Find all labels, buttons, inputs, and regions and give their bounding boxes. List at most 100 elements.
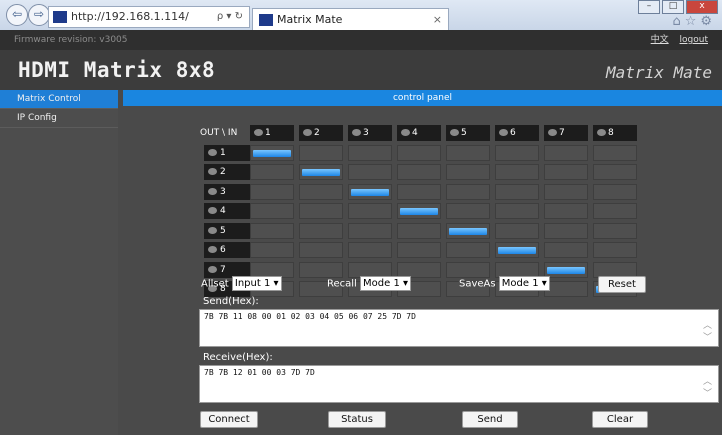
route-cell-active[interactable] bbox=[397, 203, 441, 219]
clear-button[interactable]: Clear bbox=[592, 411, 648, 428]
route-cell-active[interactable] bbox=[348, 183, 392, 200]
input-header-1[interactable]: 1 bbox=[250, 125, 294, 141]
route-cell[interactable] bbox=[544, 144, 588, 161]
input-header-8[interactable]: 8 bbox=[593, 125, 637, 141]
route-cell[interactable] bbox=[299, 222, 343, 239]
language-link[interactable]: 中文 bbox=[651, 35, 669, 45]
route-cell[interactable] bbox=[593, 242, 637, 258]
firmware-revision: Firmware revision: v3005 bbox=[14, 35, 128, 45]
route-cell[interactable] bbox=[250, 183, 294, 200]
route-cell-active[interactable] bbox=[544, 261, 588, 278]
route-cell[interactable] bbox=[299, 203, 343, 219]
back-button[interactable]: ⇦ bbox=[6, 4, 28, 26]
route-cell[interactable] bbox=[446, 144, 490, 161]
tab-favicon-icon bbox=[259, 14, 273, 26]
matrix-row: 6 bbox=[200, 242, 642, 258]
status-button[interactable]: Status bbox=[328, 411, 386, 428]
output-label-6[interactable]: 6 bbox=[204, 242, 250, 258]
route-cell[interactable] bbox=[299, 183, 343, 200]
route-cell[interactable] bbox=[495, 164, 539, 180]
route-cell-active[interactable] bbox=[446, 222, 490, 239]
route-cell[interactable] bbox=[446, 242, 490, 258]
output-label-5[interactable]: 5 bbox=[204, 222, 250, 239]
route-cell[interactable] bbox=[397, 164, 441, 180]
route-cell[interactable] bbox=[299, 144, 343, 161]
tab-close-icon[interactable]: × bbox=[433, 9, 442, 31]
route-cell[interactable] bbox=[250, 242, 294, 258]
route-cell[interactable] bbox=[446, 164, 490, 180]
input-header-5[interactable]: 5 bbox=[446, 125, 490, 141]
minimize-button[interactable]: – bbox=[638, 0, 660, 14]
input-header-7[interactable]: 7 bbox=[544, 125, 588, 141]
route-cell[interactable] bbox=[544, 183, 588, 200]
route-cell-active[interactable] bbox=[495, 242, 539, 258]
route-cell[interactable] bbox=[544, 164, 588, 180]
browser-tab[interactable]: Matrix Mate × bbox=[252, 8, 449, 31]
input-header-2[interactable]: 2 bbox=[299, 125, 343, 141]
address-bar[interactable]: http://192.168.1.114/ ρ ▾ ↻ bbox=[48, 6, 250, 28]
connect-button[interactable]: Connect bbox=[200, 411, 258, 428]
output-label-2[interactable]: 2 bbox=[204, 164, 250, 180]
home-favorites-settings-icons[interactable]: ⌂☆⚙ bbox=[672, 14, 716, 29]
route-cell[interactable] bbox=[544, 203, 588, 219]
route-cell[interactable] bbox=[299, 242, 343, 258]
led-icon bbox=[352, 129, 361, 136]
input-header-4[interactable]: 4 bbox=[397, 125, 441, 141]
forward-button[interactable]: ⇨ bbox=[28, 4, 50, 26]
route-cell[interactable] bbox=[544, 222, 588, 239]
route-cell[interactable] bbox=[495, 222, 539, 239]
reset-button[interactable]: Reset bbox=[598, 276, 646, 293]
route-cell[interactable] bbox=[495, 203, 539, 219]
sidebar-item-ip-config[interactable]: IP Config bbox=[0, 109, 118, 128]
recall-select[interactable]: Mode 1 ▾ bbox=[360, 276, 412, 291]
send-hex-textarea[interactable]: 7B 7B 11 08 00 01 02 03 04 05 06 07 25 7… bbox=[199, 309, 719, 347]
route-cell[interactable] bbox=[397, 222, 441, 239]
route-cell[interactable] bbox=[495, 144, 539, 161]
send-button[interactable]: Send bbox=[462, 411, 518, 428]
allset-select[interactable]: Input 1 ▾ bbox=[231, 276, 282, 291]
output-label-1[interactable]: 1 bbox=[204, 144, 250, 161]
route-cell[interactable] bbox=[593, 203, 637, 219]
route-cell-active[interactable] bbox=[299, 164, 343, 180]
route-cell[interactable] bbox=[544, 281, 588, 297]
route-cell[interactable] bbox=[593, 222, 637, 239]
route-cell[interactable] bbox=[348, 242, 392, 258]
close-window-button[interactable]: x bbox=[686, 0, 718, 14]
route-cell[interactable] bbox=[250, 164, 294, 180]
scroll-down-icon[interactable]: ﹀ bbox=[703, 330, 712, 343]
route-cell[interactable] bbox=[348, 203, 392, 219]
route-cell[interactable] bbox=[593, 144, 637, 161]
route-cell[interactable] bbox=[250, 203, 294, 219]
route-cell[interactable] bbox=[348, 222, 392, 239]
saveas-select[interactable]: Mode 1 ▾ bbox=[498, 276, 550, 291]
tab-title: Matrix Mate bbox=[277, 13, 343, 26]
route-cell[interactable] bbox=[348, 144, 392, 161]
sidebar-item-matrix-control[interactable]: Matrix Control bbox=[0, 90, 118, 109]
route-cell[interactable] bbox=[593, 183, 637, 200]
matrix-row: 2 bbox=[200, 164, 642, 180]
route-cell[interactable] bbox=[446, 203, 490, 219]
route-cell[interactable] bbox=[397, 183, 441, 200]
scroll-down-icon[interactable]: ﹀ bbox=[703, 386, 712, 399]
matrix-row: 3 bbox=[200, 183, 642, 200]
route-cell[interactable] bbox=[544, 242, 588, 258]
route-cell-active[interactable] bbox=[250, 144, 294, 161]
route-cell[interactable] bbox=[495, 183, 539, 200]
input-header-3[interactable]: 3 bbox=[348, 125, 392, 141]
receive-hex-textarea[interactable]: 7B 7B 12 01 00 03 7D 7D ︿ ﹀ bbox=[199, 365, 719, 403]
route-cell[interactable] bbox=[397, 144, 441, 161]
brand-logo: Matrix Mate bbox=[606, 63, 712, 82]
route-cell[interactable] bbox=[250, 222, 294, 239]
logout-link[interactable]: logout bbox=[680, 35, 708, 45]
search-refresh-icon[interactable]: ρ ▾ ↻ bbox=[217, 7, 243, 27]
route-cell[interactable] bbox=[446, 183, 490, 200]
output-label-3[interactable]: 3 bbox=[204, 183, 250, 200]
receive-hex-value: 7B 7B 12 01 00 03 7D 7D bbox=[204, 368, 315, 377]
maximize-button[interactable]: □ bbox=[662, 0, 684, 14]
route-cell[interactable] bbox=[348, 164, 392, 180]
input-header-6[interactable]: 6 bbox=[495, 125, 539, 141]
route-cell[interactable] bbox=[593, 164, 637, 180]
led-icon bbox=[254, 129, 263, 136]
route-cell[interactable] bbox=[397, 242, 441, 258]
output-label-4[interactable]: 4 bbox=[204, 203, 250, 219]
